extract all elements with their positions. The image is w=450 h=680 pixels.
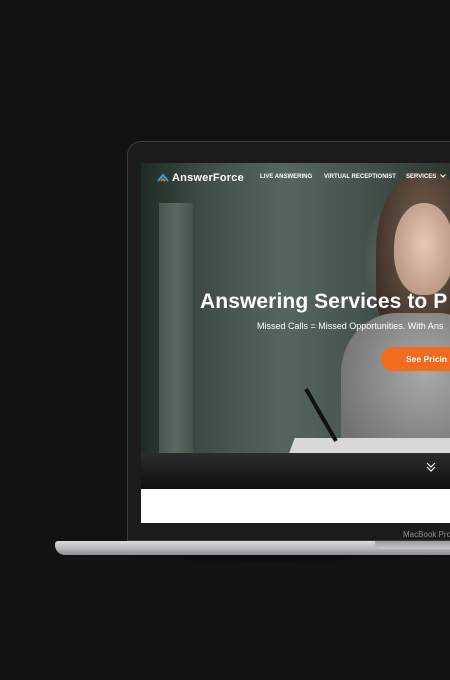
hero-subheadline: Missed Calls = Missed Opportunities. Wit…: [257, 321, 444, 331]
site-navbar: AnswerForce LIVE ANSWERING VIRTUAL RECEP…: [141, 163, 450, 193]
device-brand-label: MacBook Pro: [403, 530, 450, 539]
see-pricing-button[interactable]: See Pricin: [381, 347, 450, 371]
nav-services[interactable]: SERVICES: [406, 174, 446, 180]
hero-photo-face: [394, 203, 450, 295]
chevron-down-icon: [440, 174, 446, 179]
answerforce-logo-icon: [157, 173, 169, 182]
laptop-base-notch: [375, 541, 450, 549]
nav-services-label: SERVICES: [406, 174, 437, 180]
scroll-down-chevron-icon[interactable]: [426, 461, 436, 473]
hero-photo-pen: [304, 388, 338, 442]
hero-headline: Answering Services to P: [200, 290, 448, 313]
laptop-shadow: [80, 555, 450, 563]
nav-virtual-receptionist[interactable]: VIRTUAL RECEPTIONIST: [324, 174, 396, 180]
hero-section: AnswerForce LIVE ANSWERING VIRTUAL RECEP…: [141, 163, 450, 489]
logo-text: AnswerForce: [172, 172, 244, 184]
background-pillar: [159, 203, 193, 489]
laptop-screen: AnswerForce LIVE ANSWERING VIRTUAL RECEP…: [141, 163, 450, 523]
hero-photo-desk: [141, 453, 450, 489]
site-logo[interactable]: AnswerForce: [157, 172, 244, 184]
nav-live-answering[interactable]: LIVE ANSWERING: [260, 174, 312, 180]
